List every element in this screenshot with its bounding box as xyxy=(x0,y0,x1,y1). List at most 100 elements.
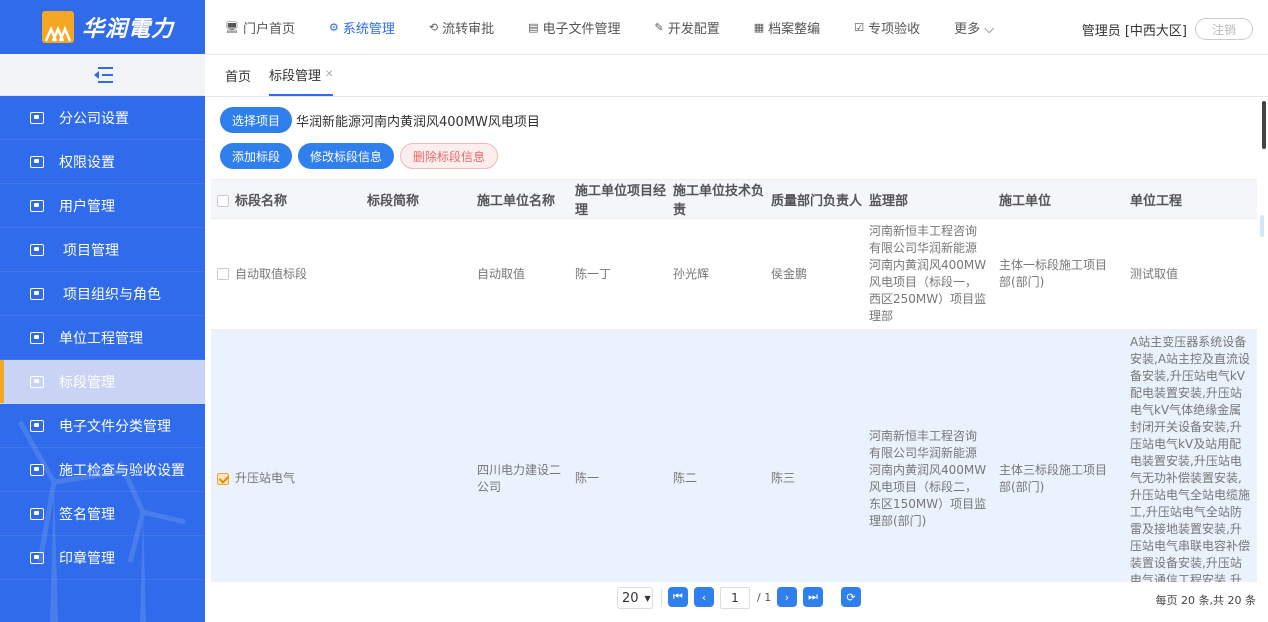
sidebar-item-project-org-roles[interactable]: 项目组织与角色 xyxy=(0,272,205,316)
sidebar-item-label: 施工检查与验收设置 xyxy=(59,462,185,479)
sidebar-item-label: 印章管理 xyxy=(59,550,115,567)
sidebar-item-unit-projects[interactable]: 单位工程管理 xyxy=(0,316,205,360)
page-number-input[interactable]: 1 xyxy=(720,587,750,609)
table-cell: 自动取值 xyxy=(471,218,569,330)
page-tabs: 首页 标段管理 ✕ xyxy=(205,55,1268,97)
add-section-button[interactable]: 添加标段 xyxy=(220,143,293,169)
table-row[interactable]: 自动取值标段 自动取值 陈一丁 孙光辉 侯金鹏 河南新恒丰工程咨询有限公司华润新… xyxy=(211,218,1257,330)
chevron-left-icon: ‹ xyxy=(701,590,707,604)
column-header: 施工单位 xyxy=(993,180,1124,219)
row-checkbox[interactable] xyxy=(217,268,229,280)
sidebar-item-seals[interactable]: 印章管理 xyxy=(0,536,205,580)
nav-label: 更多 ⌵ xyxy=(954,21,995,37)
column-header: 施工单位项目经理 xyxy=(569,180,667,219)
sidebar-item-label: 电子文件分类管理 xyxy=(59,418,171,435)
monitor-icon xyxy=(30,111,44,124)
action-toolbar: 添加标段 修改标段信息 删除标段信息 xyxy=(220,143,499,169)
nav-archive-compilation[interactable]: ▦ 档案整编 xyxy=(754,18,820,37)
refresh-button[interactable]: ⟳ xyxy=(841,587,861,607)
total-pages: / 1 xyxy=(757,591,772,604)
logout-button[interactable]: 注销 xyxy=(1195,18,1253,40)
table-cell: 陈二 xyxy=(667,329,765,582)
nav-system-management[interactable]: ⚙ 系统管理 xyxy=(329,18,395,37)
refresh-icon: ⟳ xyxy=(846,590,856,604)
caret-down-icon: ▼ xyxy=(644,593,651,603)
wrench-icon: ✎ xyxy=(654,20,664,34)
checkbox-icon: ☑ xyxy=(854,20,865,34)
table-cell: 河南新恒丰工程咨询有限公司华润新能源河南内黄润风400MW风电项目（标段二，东区… xyxy=(863,329,993,582)
sidebar-item-label: 用户管理 xyxy=(59,198,115,215)
sidebar-item-permissions[interactable]: 权限设置 xyxy=(0,140,205,184)
close-icon[interactable]: ✕ xyxy=(325,69,333,80)
sidebar-item-signatures[interactable]: 签名管理 xyxy=(0,492,205,536)
sidebar-item-branch-settings[interactable]: 分公司设置 xyxy=(0,96,205,140)
table-cell: 主体三标段施工项目部(部门) xyxy=(993,329,1124,582)
table-scrollbar-thumb[interactable] xyxy=(1260,215,1264,237)
edit-section-button[interactable]: 修改标段信息 xyxy=(298,143,395,169)
select-project-button[interactable]: 选择项目 xyxy=(220,107,293,133)
table-cell: 测试取值 xyxy=(1124,218,1257,330)
user-name: 管理员 [中西大区] xyxy=(1081,23,1187,39)
sidebar-item-users[interactable]: 用户管理 xyxy=(0,184,205,228)
menu-collapse-icon xyxy=(93,66,113,83)
page-size-select[interactable]: 20 ▼ xyxy=(617,587,653,609)
row-checkbox[interactable] xyxy=(217,472,229,485)
tab-label: 首页 xyxy=(225,69,252,85)
first-page-button[interactable]: ⏮ xyxy=(668,587,688,607)
main-content: 选择项目 华润新能源河南内黄润风400MW风电项目 添加标段 修改标段信息 删除… xyxy=(205,97,1268,622)
nav-electronic-files[interactable]: ▤ 电子文件管理 xyxy=(528,18,620,37)
nav-special-acceptance[interactable]: ☑ 专项验收 xyxy=(854,18,920,37)
sidebar-menu: 分公司设置 权限设置 用户管理 项目管理 项目组织与角色 单位工程管理 标段管理… xyxy=(0,96,205,580)
last-page-button[interactable]: ⏭ xyxy=(803,587,823,607)
table-cell: 侯金鹏 xyxy=(765,218,863,330)
tab-label: 标段管理 xyxy=(269,68,322,84)
sidebar-toggle-button[interactable] xyxy=(0,54,205,96)
vertical-scrollbar[interactable] xyxy=(1258,97,1266,582)
sidebar-item-label: 单位工程管理 xyxy=(59,330,143,347)
sidebar: 华润電力 分公司设置 权限设置 用户管理 项目管理 项目组织与角色 单位工程管理… xyxy=(0,0,205,622)
chevron-right-icon: › xyxy=(784,590,790,604)
column-header: 施工单位技术负责 xyxy=(667,180,765,219)
scrollbar-thumb[interactable] xyxy=(1262,101,1266,149)
table-cell: 河南新恒丰工程咨询有限公司华润新能源河南内黄润风400MW风电项目（标段一，西区… xyxy=(863,218,993,330)
monitor-icon xyxy=(30,331,44,344)
select-all-checkbox[interactable] xyxy=(217,195,229,207)
sidebar-item-projects[interactable]: 项目管理 xyxy=(0,228,205,272)
nav-workflow-approval[interactable]: ⟲ 流转审批 xyxy=(429,18,494,37)
monitor-icon xyxy=(30,419,44,432)
nav-more[interactable]: 更多 ⌵ xyxy=(954,18,994,37)
delete-section-button[interactable]: 删除标段信息 xyxy=(400,143,499,169)
tab-section-management[interactable]: 标段管理 ✕ xyxy=(269,54,334,96)
table-cell: 陈一 xyxy=(569,329,667,582)
sidebar-item-inspection-settings[interactable]: 施工检查与验收设置 xyxy=(0,448,205,492)
nav-dev-config[interactable]: ✎ 开发配置 xyxy=(655,18,720,37)
sidebar-item-label: 项目组织与角色 xyxy=(63,286,161,303)
nav-label: 专项验收 xyxy=(868,21,921,37)
table-cell: 孙光辉 xyxy=(667,218,765,330)
column-header: 标段简称 xyxy=(361,180,471,219)
column-header: 单位工程 xyxy=(1124,180,1257,219)
nav-label: 系统管理 xyxy=(342,21,395,37)
sidebar-item-file-categories[interactable]: 电子文件分类管理 xyxy=(0,404,205,448)
monitor-icon xyxy=(30,551,44,564)
settings-icon: ⚙ xyxy=(328,20,339,34)
nav-portal-home[interactable]: 🖥 门户首页 xyxy=(225,18,295,37)
prev-page-button[interactable]: ‹ xyxy=(694,587,714,607)
nav-label: 档案整编 xyxy=(768,21,821,37)
table-row[interactable]: 升压站电气 四川电力建设二公司 陈一 陈二 陈三 河南新恒丰工程咨询有限公司华润… xyxy=(211,329,1257,582)
monitor-icon xyxy=(30,463,44,476)
column-header[interactable]: 标段名称 xyxy=(211,180,361,219)
next-page-button[interactable]: › xyxy=(777,587,797,607)
sidebar-item-sections[interactable]: 标段管理 xyxy=(0,360,205,404)
refresh-icon: ⟲ xyxy=(428,20,439,34)
table-cell: 四川电力建设二公司 xyxy=(471,329,569,582)
monitor-icon: 🖥 xyxy=(225,20,239,34)
monitor-icon xyxy=(30,375,44,388)
monitor-icon xyxy=(30,199,44,212)
section-table: 标段名称 标段简称 施工单位名称 施工单位项目经理 施工单位技术负责 质量部门负… xyxy=(211,179,1257,582)
column-header: 施工单位名称 xyxy=(471,180,569,219)
brand-name: 华润電力 xyxy=(82,17,175,42)
logo-mark-icon xyxy=(42,11,74,43)
table-cell: 陈三 xyxy=(765,329,863,582)
tab-home[interactable]: 首页 xyxy=(225,54,251,96)
